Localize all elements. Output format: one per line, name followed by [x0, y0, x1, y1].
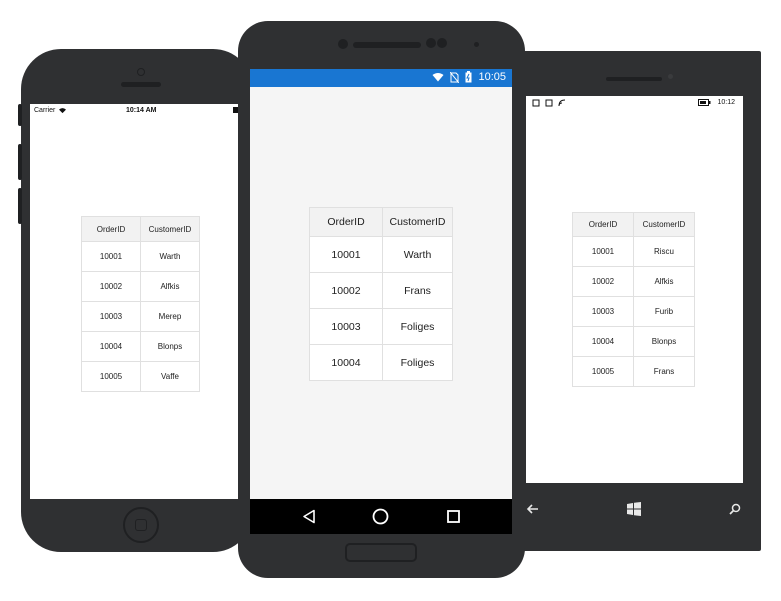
- signal-icon: [558, 99, 566, 107]
- ios-header-customerid[interactable]: CustomerID: [140, 216, 200, 242]
- ios-volume-down: [18, 188, 22, 224]
- carrier-label: Carrier: [34, 107, 56, 114]
- windows-datagrid: OrderID CustomerID 10001 Riscu 10002 Alfki…: [572, 212, 695, 387]
- table-row[interactable]: 10004 Foliges: [309, 344, 453, 381]
- cell-customerid: Furib: [633, 296, 695, 327]
- cell-customerid: Warth: [140, 241, 200, 272]
- cell-customerid: Warth: [382, 236, 453, 273]
- cell-customerid: Blonps: [633, 326, 695, 357]
- battery-icon: [698, 99, 711, 106]
- cell-orderid: 10004: [572, 326, 634, 357]
- table-row[interactable]: 10004 Blonps: [81, 331, 200, 362]
- windows-screen: 10:12 OrderID CustomerID 10001 Riscu 1000…: [526, 96, 743, 483]
- android-clock: 10:05: [478, 71, 506, 83]
- table-row[interactable]: 10005 Frans: [572, 356, 695, 387]
- cell-customerid: Frans: [382, 272, 453, 309]
- android-led: [474, 42, 479, 47]
- cell-orderid: 10004: [309, 344, 383, 381]
- cell-orderid: 10003: [81, 301, 141, 332]
- cell-orderid: 10002: [572, 266, 634, 297]
- android-sensor: [426, 38, 436, 48]
- cell-orderid: 10002: [309, 272, 383, 309]
- cell-orderid: 10001: [309, 236, 383, 273]
- android-nav-bar: [250, 499, 512, 534]
- ios-header-orderid[interactable]: OrderID: [81, 216, 141, 242]
- wifi-icon: [59, 108, 67, 114]
- cell-customerid: Alfkis: [140, 271, 200, 302]
- cell-orderid: 10004: [81, 331, 141, 362]
- table-row[interactable]: 10002 Alfkis: [81, 271, 200, 302]
- recents-square-icon[interactable]: [447, 510, 460, 523]
- table-row[interactable]: 10003 Merep: [81, 301, 200, 332]
- android-header-customerid[interactable]: CustomerID: [382, 207, 453, 237]
- table-row[interactable]: 10003 Furib: [572, 296, 695, 327]
- cell-customerid: Blonps: [140, 331, 200, 362]
- windows-nav-bar: [526, 490, 743, 530]
- no-sim-icon: [450, 71, 460, 83]
- table-row[interactable]: 10004 Blonps: [572, 326, 695, 357]
- ios-mute-switch: [18, 104, 22, 126]
- search-icon[interactable]: [729, 503, 741, 515]
- cell-orderid: 10001: [572, 236, 634, 267]
- ios-clock: 10:14 AM: [126, 107, 157, 114]
- table-row[interactable]: 10003 Foliges: [309, 308, 453, 345]
- cell-customerid: Riscu: [633, 236, 695, 267]
- cell-orderid: 10003: [572, 296, 634, 327]
- wifi-icon: [432, 73, 444, 82]
- ios-datagrid: OrderID CustomerID 10001 Warth 10002 Alfki…: [81, 216, 200, 392]
- home-square-icon: [135, 519, 147, 531]
- windows-status-bar: 10:12: [526, 96, 743, 110]
- cell-orderid: 10005: [81, 361, 141, 392]
- android-hardware-button[interactable]: [345, 543, 417, 562]
- home-circle-icon[interactable]: [372, 508, 389, 525]
- table-row[interactable]: 10001 Warth: [81, 241, 200, 272]
- windows-camera: [668, 74, 673, 79]
- battery-icon: [465, 71, 472, 83]
- cell-orderid: 10003: [309, 308, 383, 345]
- android-sensor: [437, 38, 447, 48]
- ios-status-bar: Carrier 10:14 AM: [30, 104, 242, 118]
- cell-customerid: Vaffe: [140, 361, 200, 392]
- ios-screen: Carrier 10:14 AM OrderID CustomerID 1000…: [30, 104, 242, 499]
- cell-orderid: 10002: [81, 271, 141, 302]
- back-arrow-icon[interactable]: [526, 502, 540, 516]
- table-row[interactable]: 10002 Frans: [309, 272, 453, 309]
- windows-speaker: [606, 77, 662, 81]
- cell-orderid: 10005: [572, 356, 634, 387]
- ios-volume-up: [18, 144, 22, 180]
- windows-header-orderid[interactable]: OrderID: [572, 212, 634, 237]
- android-speaker: [353, 42, 421, 48]
- android-status-bar: 10:05: [250, 69, 512, 87]
- sim-icon: [545, 99, 553, 107]
- cell-orderid: 10001: [81, 241, 141, 272]
- back-triangle-icon[interactable]: [302, 509, 316, 524]
- table-row[interactable]: 10005 Vaffe: [81, 361, 200, 392]
- cell-customerid: Foliges: [382, 344, 453, 381]
- android-header-orderid[interactable]: OrderID: [309, 207, 383, 237]
- table-row[interactable]: 10001 Warth: [309, 236, 453, 273]
- table-row[interactable]: 10002 Alfkis: [572, 266, 695, 297]
- cell-customerid: Alfkis: [633, 266, 695, 297]
- sim-icon: [532, 99, 540, 107]
- android-datagrid: OrderID CustomerID 10001 Warth 10002 Frans…: [309, 207, 453, 381]
- cell-customerid: Merep: [140, 301, 200, 332]
- ios-camera: [137, 68, 145, 76]
- ios-speaker: [121, 82, 161, 87]
- windows-clock: 10:12: [717, 99, 735, 106]
- table-row[interactable]: 10001 Riscu: [572, 236, 695, 267]
- windows-header-customerid[interactable]: CustomerID: [633, 212, 695, 237]
- cell-customerid: Foliges: [382, 308, 453, 345]
- cell-customerid: Frans: [633, 356, 695, 387]
- android-camera: [338, 39, 348, 49]
- windows-start-icon[interactable]: [627, 502, 641, 516]
- android-screen: 10:05 OrderID CustomerID 10001 Warth 1000…: [250, 69, 512, 534]
